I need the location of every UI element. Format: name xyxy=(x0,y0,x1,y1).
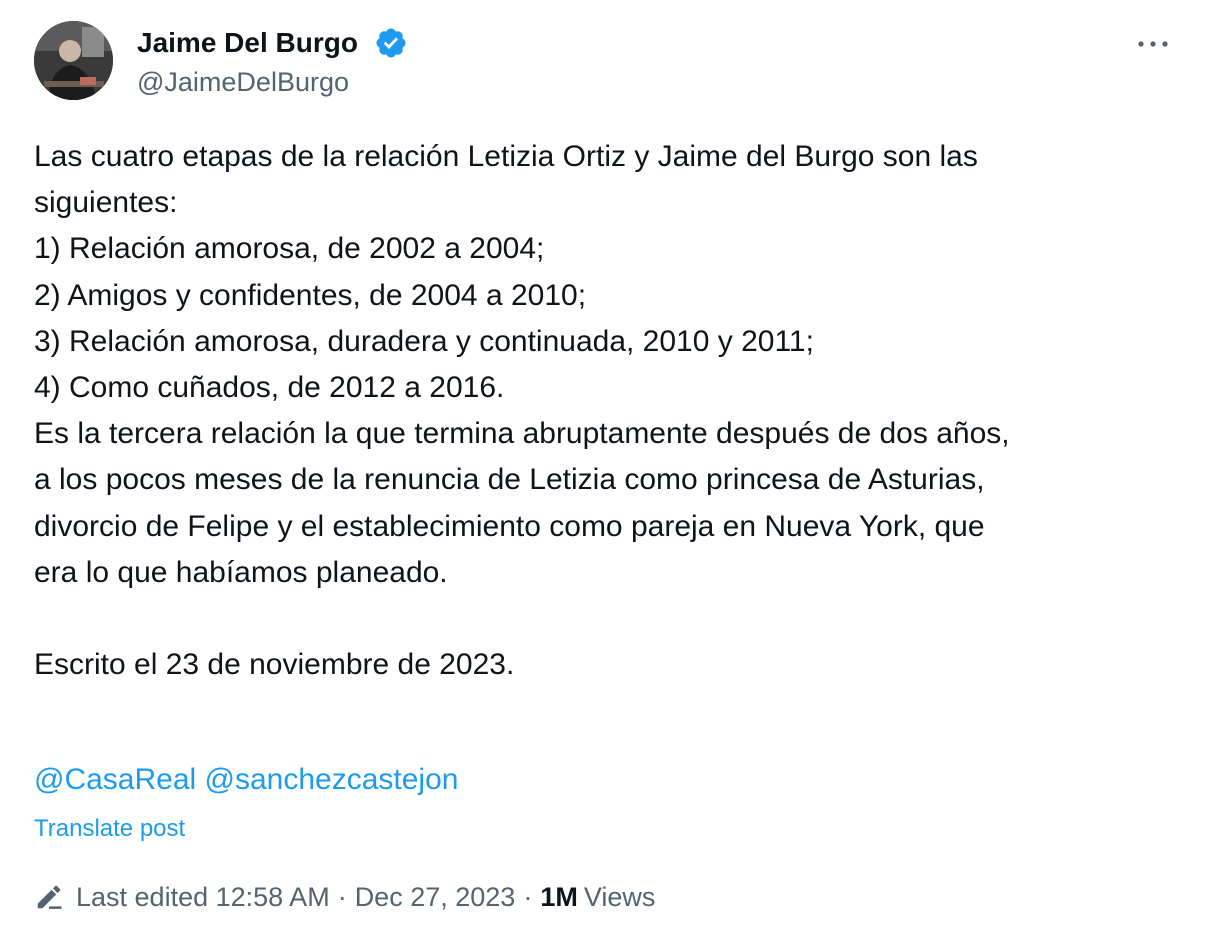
post-line: Es la tercera relación la que termina ab… xyxy=(34,417,1010,451)
post-date[interactable]: Dec 27, 2023 xyxy=(355,882,516,913)
post-line: siguientes: xyxy=(34,186,178,220)
edit-pencil-icon[interactable] xyxy=(34,882,64,912)
avatar[interactable] xyxy=(34,21,113,100)
mention-casareal[interactable]: @CasaReal xyxy=(34,763,196,796)
post-blank-line xyxy=(34,596,1194,642)
meta-separator: · xyxy=(523,881,533,912)
post-meta: Last edited 12:58 AM · Dec 27, 2023 · 1M… xyxy=(34,878,655,916)
post-line: Las cuatro etapas de la relación Letizia… xyxy=(34,140,978,173)
user-photo-icon xyxy=(34,21,113,100)
post-line: a los pocos meses de la renuncia de Leti… xyxy=(34,463,985,497)
post-line: Escrito el 23 de noviembre de 2023. xyxy=(34,648,515,682)
post-line: divorcio de Felipe y el establecimiento … xyxy=(34,509,985,543)
meta-separator: · xyxy=(337,881,347,912)
author-handle[interactable]: @JaimeDelBurgo xyxy=(137,64,349,100)
views-label: Views xyxy=(583,881,656,912)
more-options-icon[interactable] xyxy=(1131,30,1175,58)
post-line: 3) Relación amorosa, duradera y continua… xyxy=(34,324,814,358)
post-line: 4) Como cuñados, de 2012 a 2016. xyxy=(34,370,505,404)
mention-sanchezcastejon[interactable]: @sanchezcastejon xyxy=(205,763,459,796)
mentions-line: @CasaReal @sanchezcastejon xyxy=(34,757,458,803)
display-name[interactable]: Jaime Del Burgo xyxy=(137,24,358,62)
translate-post-link[interactable]: Translate post xyxy=(34,813,185,845)
tweet-card: Jaime Del Burgo @JaimeDelBurgo Las cuatr… xyxy=(0,0,1210,935)
post-line: 1) Relación amorosa, de 2002 a 2004; xyxy=(34,232,545,266)
post-line: era lo que habíamos planeado. xyxy=(34,555,448,589)
post-text: Las cuatro etapas de la relación Letizia… xyxy=(34,134,1194,688)
verified-badge-icon xyxy=(376,28,406,58)
last-edited-label[interactable]: Last edited 12:58 AM xyxy=(76,882,330,913)
post-line: 2) Amigos y confidentes, de 2004 a 2010; xyxy=(34,278,587,312)
views-count: 1M xyxy=(540,881,578,912)
